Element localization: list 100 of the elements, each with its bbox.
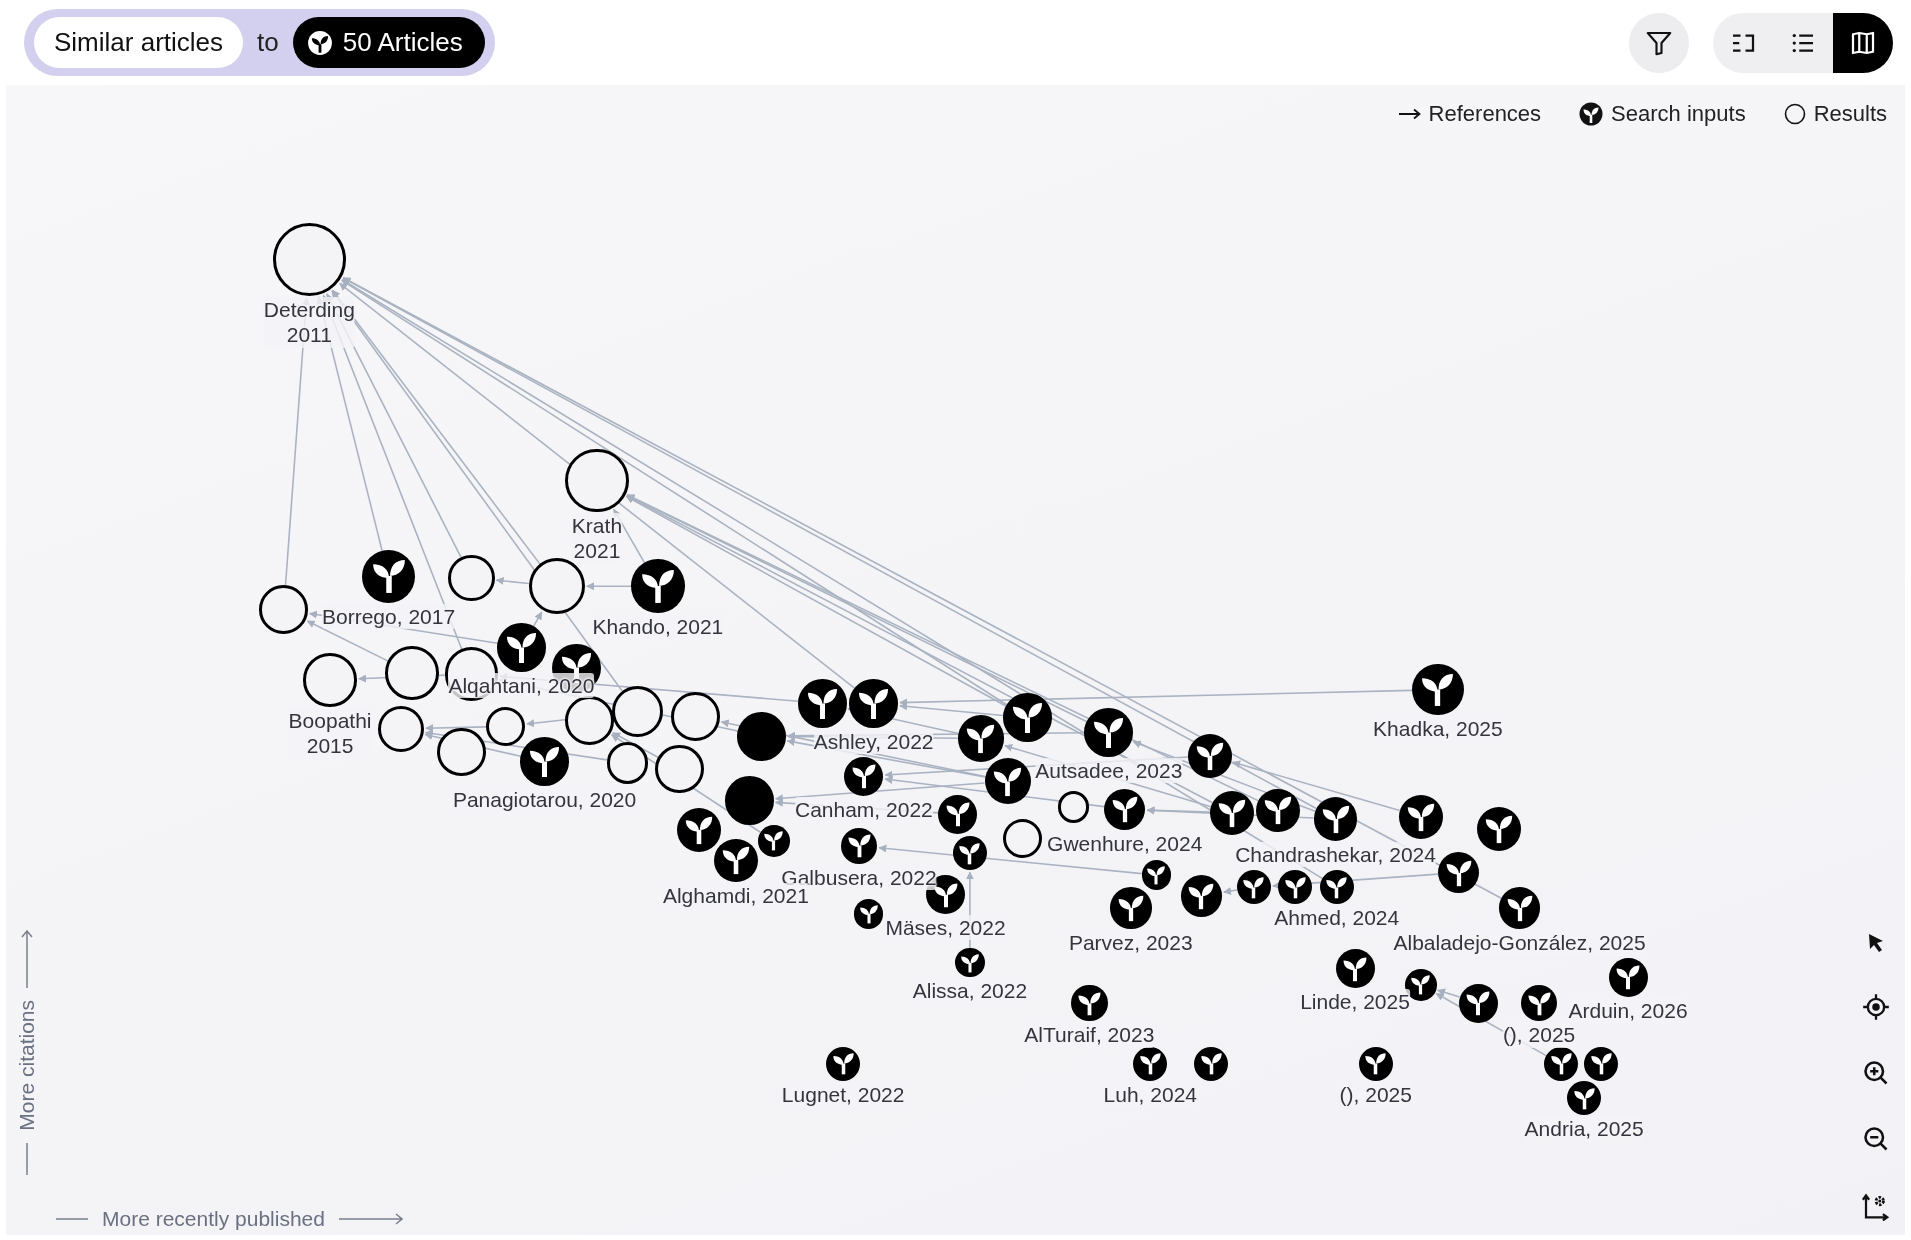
input-article-node[interactable] <box>1180 875 1223 917</box>
result-article-node[interactable] <box>303 653 357 707</box>
result-article-node[interactable] <box>1057 790 1090 823</box>
result-article-node[interactable] <box>1002 819 1042 858</box>
input-article-node[interactable] <box>826 1046 861 1082</box>
input-article-node[interactable] <box>984 758 1031 805</box>
sprout-icon <box>1199 1052 1223 1076</box>
input-article-node[interactable] <box>1133 1046 1168 1082</box>
result-article-node[interactable] <box>448 554 495 601</box>
sprout-icon <box>1320 804 1351 834</box>
map-view-button[interactable] <box>1833 12 1893 73</box>
input-article-node[interactable] <box>840 827 878 865</box>
result-article-node[interactable] <box>259 585 309 634</box>
input-article-node[interactable] <box>1194 1046 1229 1082</box>
x-axis-arrow-icon <box>338 1213 403 1225</box>
input-article-node[interactable] <box>1084 708 1134 757</box>
input-article-node[interactable] <box>844 756 884 796</box>
highlighted-article-node[interactable] <box>724 776 774 826</box>
result-article-node[interactable] <box>611 686 663 738</box>
input-article-node[interactable] <box>957 715 1005 762</box>
zoom-in-icon[interactable] <box>1862 1059 1890 1087</box>
articles-button[interactable]: 50 Articles <box>292 17 485 68</box>
input-article-node[interactable] <box>1103 788 1146 830</box>
input-article-node[interactable] <box>1236 870 1271 905</box>
input-article-node[interactable] <box>1608 957 1648 997</box>
sprout-icon <box>1116 893 1145 922</box>
input-article-node[interactable] <box>1458 983 1498 1023</box>
input-article-node[interactable] <box>631 559 685 614</box>
result-article-node[interactable] <box>528 558 585 615</box>
input-article-node[interactable] <box>1256 788 1301 833</box>
article-label: Autsadee, 2023 <box>1035 757 1183 784</box>
sprout-icon <box>1283 875 1307 899</box>
sprout-icon <box>958 841 982 865</box>
sprout-icon <box>1444 858 1473 887</box>
input-article-node[interactable] <box>1002 693 1052 743</box>
sprout-icon <box>1589 1052 1613 1076</box>
sprout-icon <box>1483 813 1514 844</box>
input-article-node[interactable] <box>952 836 987 871</box>
result-article-node[interactable] <box>437 727 487 777</box>
input-article-node[interactable] <box>713 838 758 883</box>
sprout-icon <box>684 814 715 845</box>
input-article-node[interactable] <box>1141 860 1171 890</box>
sprout-icon <box>1242 875 1266 899</box>
arrow-icon <box>1398 108 1421 120</box>
sprout-icon <box>1549 1052 1573 1076</box>
sprout-icon <box>306 29 333 56</box>
input-article-node[interactable] <box>849 678 898 728</box>
sprout-icon <box>992 765 1024 797</box>
input-article-node[interactable] <box>1313 797 1358 841</box>
input-article-node[interactable] <box>1110 887 1152 929</box>
input-article-node[interactable] <box>955 948 985 978</box>
sprout-icon <box>1342 955 1369 982</box>
input-article-node[interactable] <box>520 737 569 787</box>
input-article-node[interactable] <box>1188 733 1232 778</box>
article-label: Borrego, 2017 <box>322 604 456 630</box>
input-article-node[interactable] <box>1498 887 1541 929</box>
sprout-icon <box>944 801 971 828</box>
similar-articles-button[interactable]: Similar articles <box>34 17 244 68</box>
input-article-node[interactable] <box>1567 1081 1602 1116</box>
legend-label: References <box>1428 101 1542 127</box>
input-article-node[interactable] <box>1210 790 1254 835</box>
result-article-node[interactable] <box>565 695 615 745</box>
input-article-node[interactable] <box>1437 851 1480 894</box>
input-article-node[interactable] <box>798 678 847 728</box>
article-label: Alqahtani, 2020 <box>448 672 595 698</box>
sprout-icon <box>763 830 785 852</box>
result-article-node[interactable] <box>565 448 629 512</box>
sprout-icon <box>965 723 997 755</box>
input-article-node[interactable] <box>1278 870 1313 905</box>
result-article-node[interactable] <box>486 706 526 746</box>
x-axis-line <box>56 1217 88 1221</box>
sprout-icon <box>1216 797 1247 828</box>
locate-icon[interactable] <box>1862 993 1890 1021</box>
axis-settings-icon[interactable] <box>1861 1191 1891 1221</box>
zoom-out-icon[interactable] <box>1862 1125 1890 1153</box>
sprout-icon <box>1146 865 1167 886</box>
input-article-node[interactable] <box>757 825 790 857</box>
input-article-node[interactable] <box>1071 984 1108 1022</box>
input-article-node[interactable] <box>677 808 722 852</box>
circle-icon <box>1783 103 1806 125</box>
input-article-node[interactable] <box>1584 1046 1619 1082</box>
result-article-node[interactable] <box>384 645 439 700</box>
sprout-icon <box>1505 893 1534 922</box>
result-article-node[interactable] <box>671 692 721 741</box>
result-article-node[interactable] <box>655 744 705 794</box>
input-article-node[interactable] <box>938 794 978 834</box>
input-article-node[interactable] <box>1319 870 1354 905</box>
y-axis-label: More citations <box>15 1000 39 1131</box>
article-label: Linde, 2025 <box>1300 989 1410 1015</box>
result-article-node[interactable] <box>606 742 649 784</box>
input-article-node[interactable] <box>497 622 546 672</box>
highlighted-article-node[interactable] <box>737 711 786 761</box>
sprout-icon <box>805 686 839 720</box>
sprout-icon <box>639 568 676 605</box>
input-article-node[interactable] <box>1358 1046 1393 1082</box>
input-article-node[interactable] <box>854 899 884 929</box>
input-article-node[interactable] <box>1335 949 1375 989</box>
input-article-node[interactable] <box>1520 984 1558 1022</box>
input-article-node[interactable] <box>1412 664 1464 716</box>
input-article-node[interactable] <box>1543 1046 1579 1082</box>
